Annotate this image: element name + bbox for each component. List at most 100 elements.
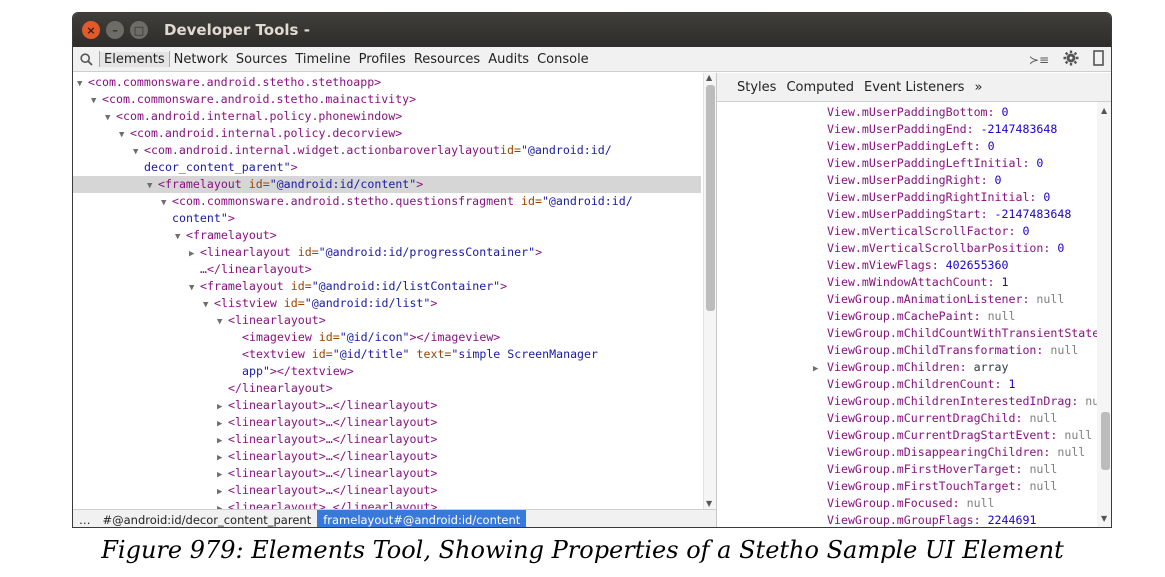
tree-node[interactable]: ▶ <linearlayout>…</linearlayout> — [73, 414, 701, 431]
tab-styles[interactable]: Styles — [737, 80, 776, 95]
tree-node[interactable]: ▼ <framelayout> — [73, 227, 701, 244]
elements-tree[interactable]: ▼ <com.commonsware.android.stetho.stethoa… — [73, 73, 716, 511]
property-row[interactable]: View.mWindowAttachCount: 1 — [717, 274, 1009, 291]
tree-node[interactable]: ▼ <framelayout id="@android:id/listContai… — [73, 278, 701, 295]
property-row[interactable]: ViewGroup.mFirstTouchTarget: null — [717, 478, 1057, 495]
tree-node[interactable]: content"> — [73, 210, 701, 227]
tab-console[interactable]: Console — [533, 52, 593, 67]
property-row[interactable]: ViewGroup.mFocused: null — [717, 495, 995, 512]
tab-event-listeners[interactable]: Event Listeners — [864, 80, 964, 95]
tree-node[interactable]: <textview id="@id/title" text="simple Sc… — [73, 346, 701, 363]
tree-node[interactable]: ▼ <com.commonsware.android.stetho.stethoa… — [73, 74, 701, 91]
property-row[interactable]: View.mViewFlags: 402655360 — [717, 257, 1009, 274]
search-icon[interactable] — [73, 52, 99, 66]
property-row[interactable]: View.mVerticalScrollbarPosition: 0 — [717, 240, 1064, 257]
tree-node[interactable]: ▼ <com.commonsware.android.stetho.mainact… — [73, 91, 701, 108]
property-row[interactable]: ViewGroup.mCurrentDragStartEvent: null — [717, 427, 1092, 444]
tree-node[interactable]: ▼ <com.commonsware.android.stetho.questio… — [73, 193, 701, 210]
tree-node[interactable]: ▼ <com.android.internal.policy.decorview> — [73, 125, 701, 142]
tree-node[interactable]: ▼ <listview id="@android:id/list"> — [73, 295, 701, 312]
close-icon[interactable]: × — [82, 21, 100, 39]
property-value: 402655360 — [945, 258, 1009, 272]
properties-list[interactable]: View.mUserPaddingBottom: 0 View.mUserPadd… — [717, 102, 1097, 527]
breadcrumb-item[interactable]: framelayout#@android:id/content — [317, 509, 527, 527]
console-drawer-icon[interactable]: ≻≡ — [1029, 53, 1049, 67]
attr-name: text= — [409, 347, 452, 361]
tab-resources[interactable]: Resources — [410, 52, 484, 67]
minimize-icon[interactable]: – — [106, 21, 124, 39]
tree-node[interactable]: ▶ <linearlayout>…</linearlayout> — [73, 397, 701, 414]
property-row[interactable]: ViewGroup.mAnimationListener: null — [717, 291, 1064, 308]
attr-value: "@android:id/list" — [304, 296, 431, 310]
property-name: ViewGroup.mCurrentDragStartEvent — [827, 428, 1051, 442]
property-value: null — [1029, 411, 1058, 425]
elements-scrollbar[interactable]: ▲ ▼ — [703, 73, 716, 511]
property-row[interactable]: ViewGroup.mDisappearingChildren: null — [717, 444, 1085, 461]
property-row[interactable]: ViewGroup.mChildTransformation: null — [717, 342, 1078, 359]
property-row[interactable]: View.mUserPaddingStart: -2147483648 — [717, 206, 1071, 223]
property-row[interactable]: View.mUserPaddingRight: 0 — [717, 172, 1002, 189]
tab-elements[interactable]: Elements — [100, 51, 169, 67]
attr-value: "@id/title" — [332, 347, 410, 361]
scroll-thumb[interactable] — [706, 85, 715, 311]
attr-value: content" — [172, 211, 228, 225]
tab-sources[interactable]: Sources — [232, 52, 291, 67]
tree-node[interactable]: ▼ <com.android.internal.policy.phonewindo… — [73, 108, 701, 125]
tab-timeline[interactable]: Timeline — [291, 52, 354, 67]
attr-name: id= — [276, 296, 305, 310]
scroll-up-icon[interactable]: ▲ — [1101, 106, 1107, 115]
tag-name: <com.commonsware.android.stetho.question… — [172, 194, 515, 208]
scroll-down-icon[interactable]: ▼ — [1101, 514, 1107, 523]
tree-node[interactable]: ▼ <linearlayout> — [73, 312, 701, 329]
tree-node[interactable]: ▼ <com.android.internal.widget.actionbaro… — [73, 142, 701, 159]
property-row[interactable]: ViewGroup.mChildrenInterestedInDrag: nul… — [717, 393, 1097, 410]
tree-node[interactable]: …</linearlayout> — [73, 261, 701, 278]
attr-value: "@id/icon" — [339, 330, 410, 344]
property-name: ViewGroup.mFirstTouchTarget — [827, 479, 1016, 493]
tree-node[interactable]: ▶ <linearlayout>…</linearlayout> — [73, 465, 701, 482]
property-name: ViewGroup.mAnimationListener — [827, 292, 1023, 306]
property-row[interactable]: ViewGroup.mChildCountWithTransientState:… — [717, 325, 1097, 342]
tree-node[interactable]: ▶ <linearlayout>…</linearlayout> — [73, 431, 701, 448]
property-name: ViewGroup.mCachePaint — [827, 309, 974, 323]
tab-computed[interactable]: Computed — [786, 80, 854, 95]
property-name: View.mUserPaddingEnd — [827, 122, 967, 136]
maximize-icon[interactable]: □ — [130, 21, 148, 39]
gear-icon[interactable] — [1063, 50, 1079, 70]
tree-node[interactable]: ▶ <linearlayout>…</linearlayout> — [73, 448, 701, 465]
scroll-up-icon[interactable]: ▲ — [706, 73, 712, 82]
property-colon: : — [994, 377, 1009, 391]
scroll-down-icon[interactable]: ▼ — [706, 499, 712, 508]
property-value: null — [987, 309, 1016, 323]
tree-node[interactable]: decor_content_parent"> — [73, 159, 701, 176]
scroll-thumb[interactable] — [1101, 412, 1110, 470]
breadcrumb-ellipsis[interactable]: … — [73, 510, 97, 528]
property-row[interactable]: View.mVerticalScrollFactor: 0 — [717, 223, 1029, 240]
property-row[interactable]: View.mUserPaddingRightInitial: 0 — [717, 189, 1050, 206]
device-mode-icon[interactable] — [1093, 49, 1105, 70]
tab-profiles[interactable]: Profiles — [355, 52, 410, 67]
property-row[interactable]: View.mUserPaddingBottom: 0 — [717, 104, 1009, 121]
attr-name: id= — [290, 245, 319, 259]
property-row[interactable]: ViewGroup.mGroupFlags: 2244691 — [717, 512, 1036, 527]
property-row[interactable]: ViewGroup.mCachePaint: null — [717, 308, 1015, 325]
properties-scrollbar[interactable]: ▲ ▼ — [1097, 102, 1111, 527]
property-row[interactable]: ViewGroup.mCurrentDragChild: null — [717, 410, 1057, 427]
property-row[interactable]: View.mUserPaddingEnd: -2147483648 — [717, 121, 1057, 138]
breadcrumb-item[interactable]: #@android:id/decor_content_parent — [97, 510, 318, 528]
tree-node[interactable]: ▶ <linearlayout>…</linearlayout> — [73, 482, 701, 499]
tree-node[interactable]: ▶ <linearlayout id="@android:id/progressC… — [73, 244, 701, 261]
property-row[interactable]: ▶ ViewGroup.mChildren: array — [717, 359, 1009, 376]
tab-network[interactable]: Network — [170, 52, 232, 67]
more-tabs-icon[interactable]: » — [974, 80, 982, 95]
tree-node[interactable]: </linearlayout> — [73, 380, 701, 397]
property-row[interactable]: ViewGroup.mChildrenCount: 1 — [717, 376, 1015, 393]
property-row[interactable]: ViewGroup.mFirstHoverTarget: null — [717, 461, 1057, 478]
tag-name: <linearlayout>…</linearlayout> — [228, 415, 438, 429]
property-row[interactable]: View.mUserPaddingLeft: 0 — [717, 138, 995, 155]
tree-node-selected[interactable]: ▼ <framelayout id="@android:id/content"> — [73, 176, 701, 193]
tab-audits[interactable]: Audits — [484, 52, 533, 67]
tree-node[interactable]: <imageview id="@id/icon"></imageview> — [73, 329, 701, 346]
tree-node[interactable]: app"></textview> — [73, 363, 701, 380]
property-row[interactable]: View.mUserPaddingLeftInitial: 0 — [717, 155, 1043, 172]
